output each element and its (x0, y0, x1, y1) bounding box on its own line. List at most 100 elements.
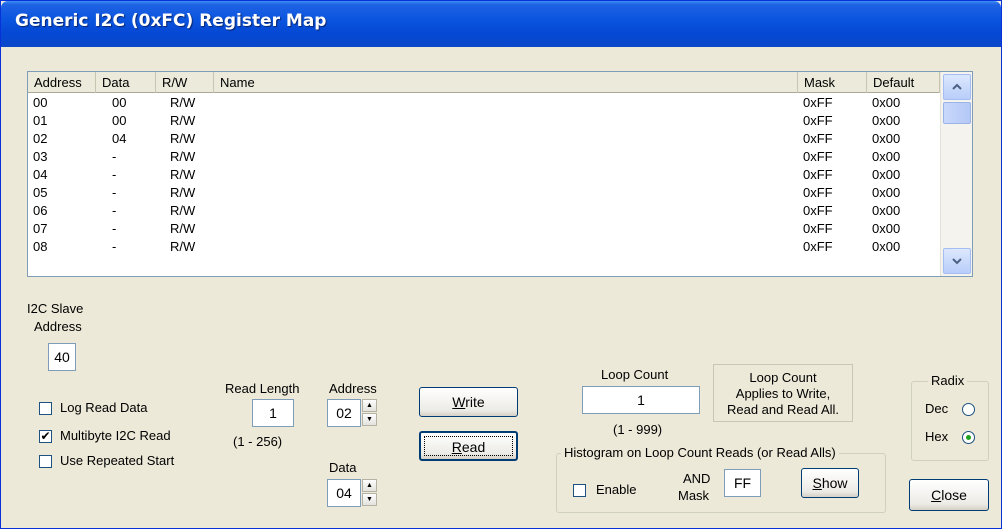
read-button[interactable]: Read (419, 431, 518, 461)
read-length-label: Read Length (225, 381, 300, 396)
arrow-down-icon: ▼ (366, 416, 373, 423)
address-down-button[interactable]: ▼ (362, 413, 377, 426)
address-input[interactable]: 02 (327, 399, 361, 427)
table-row[interactable]: 08 - R/W 0xFF 0x00 (28, 238, 940, 256)
radix-group: Radix (911, 373, 989, 461)
data-up-button[interactable]: ▲ (362, 479, 377, 492)
data-down-button[interactable]: ▼ (362, 493, 377, 506)
cell-data: 00 (112, 113, 127, 128)
data-spinner[interactable]: ▲ ▼ (362, 479, 377, 507)
title-bar[interactable]: Generic I2C (0xFC) Register Map (1, 1, 1001, 47)
column-data[interactable]: Data (96, 72, 156, 93)
read-length-range: (1 - 256) (233, 434, 283, 449)
column-mask[interactable]: Mask (798, 72, 867, 93)
scroll-thumb[interactable] (943, 102, 971, 124)
column-default[interactable]: Default (867, 72, 940, 93)
window-title: Generic I2C (0xFC) Register Map (15, 11, 327, 31)
histogram-group-title: Histogram on Loop Count Reads (or Read A… (561, 445, 839, 460)
table-row[interactable]: 07 - R/W 0xFF 0x00 (28, 220, 940, 238)
register-map-window: Generic I2C (0xFC) Register Map Address … (0, 0, 1002, 529)
cell-rw: R/W (170, 185, 196, 200)
close-button[interactable]: Close (909, 479, 989, 511)
cell-name (214, 238, 798, 256)
cell-default: 0x00 (872, 149, 901, 164)
cell-default: 0x00 (872, 95, 901, 110)
radix-hex-radio[interactable] (962, 431, 975, 444)
read-length-input[interactable]: 1 (252, 399, 294, 427)
cell-default: 0x00 (872, 203, 901, 218)
data-input[interactable]: 04 (327, 479, 361, 507)
slave-address-input[interactable]: 40 (48, 343, 76, 371)
cell-address: 05 (33, 185, 48, 200)
cell-address: 06 (33, 203, 48, 218)
table-row[interactable]: 05 - R/W 0xFF 0x00 (28, 184, 940, 202)
column-address[interactable]: Address (28, 72, 96, 93)
slave-address-label-line1: I2C Slave (27, 301, 84, 316)
register-table[interactable]: Address Data R/W Name Mask Default 00 00 R… (27, 71, 973, 277)
table-row[interactable]: 02 04 R/W 0xFF 0x00 (28, 130, 940, 148)
cell-mask: 0xFF (803, 185, 833, 200)
cell-rw: R/W (170, 221, 196, 236)
cell-rw: R/W (170, 203, 196, 218)
cell-default: 0x00 (872, 113, 901, 128)
cell-data: - (112, 203, 117, 218)
arrow-up-icon: ▲ (366, 402, 373, 409)
radio-selected-dot (966, 435, 971, 440)
cell-address: 08 (33, 239, 48, 254)
cell-data: 00 (112, 95, 127, 110)
log-read-data-checkbox[interactable] (39, 402, 52, 415)
chevron-up-icon (952, 83, 962, 90)
radix-hex-label: Hex (925, 429, 949, 444)
cell-default: 0x00 (872, 167, 901, 182)
cell-name (214, 184, 798, 202)
arrow-down-icon: ▼ (366, 496, 373, 503)
arrow-up-icon: ▲ (366, 482, 373, 489)
multibyte-read-checkbox[interactable]: ✔ (39, 430, 52, 443)
cell-name (214, 202, 798, 220)
cell-name (214, 148, 798, 166)
radix-dec-radio[interactable] (962, 403, 975, 416)
cell-mask: 0xFF (803, 203, 833, 218)
write-button[interactable]: Write (419, 387, 518, 417)
scroll-down-button[interactable] (943, 248, 971, 274)
cell-name (214, 112, 798, 130)
cell-name (214, 94, 798, 112)
table-row[interactable]: 04 - R/W 0xFF 0x00 (28, 166, 940, 184)
cell-rw: R/W (170, 131, 196, 146)
table-header: Address Data R/W Name Mask Default (28, 72, 940, 93)
column-rw[interactable]: R/W (156, 72, 214, 93)
address-up-button[interactable]: ▲ (362, 399, 377, 412)
table-row[interactable]: 03 - R/W 0xFF 0x00 (28, 148, 940, 166)
cell-address: 02 (33, 131, 48, 146)
cell-mask: 0xFF (803, 95, 833, 110)
table-row[interactable]: 06 - R/W 0xFF 0x00 (28, 202, 940, 220)
loop-count-input[interactable]: 1 (582, 386, 700, 414)
cell-mask: 0xFF (803, 221, 833, 236)
table-row[interactable]: 01 00 R/W 0xFF 0x00 (28, 112, 940, 130)
radix-dec-label: Dec (925, 401, 949, 416)
histogram-enable-checkbox[interactable] (573, 484, 586, 497)
table-row[interactable]: 00 00 R/W 0xFF 0x00 (28, 94, 940, 112)
scroll-up-button[interactable] (943, 74, 971, 100)
mask-input[interactable]: FF (724, 469, 761, 497)
cell-data: - (112, 167, 117, 182)
cell-data: - (112, 149, 117, 164)
cell-address: 00 (33, 95, 48, 110)
cell-data: 04 (112, 131, 127, 146)
repeated-start-checkbox[interactable] (39, 455, 52, 468)
cell-default: 0x00 (872, 185, 901, 200)
cell-mask: 0xFF (803, 167, 833, 182)
table-scrollbar[interactable] (940, 72, 972, 276)
table-body: 00 00 R/W 0xFF 0x00 01 00 R/W 0xFF 0x00 02 04 R/W 0xF… (28, 94, 940, 256)
mask-label: Mask (678, 488, 710, 503)
histogram-enable-label: Enable (596, 482, 637, 497)
cell-address: 04 (33, 167, 48, 182)
show-button[interactable]: Show (801, 468, 859, 498)
cell-mask: 0xFF (803, 113, 833, 128)
cell-mask: 0xFF (803, 239, 833, 254)
cell-mask: 0xFF (803, 131, 833, 146)
cell-data: - (112, 185, 117, 200)
address-spinner[interactable]: ▲ ▼ (362, 399, 377, 427)
loop-count-range: (1 - 999) (613, 422, 663, 437)
column-name[interactable]: Name (214, 72, 798, 93)
